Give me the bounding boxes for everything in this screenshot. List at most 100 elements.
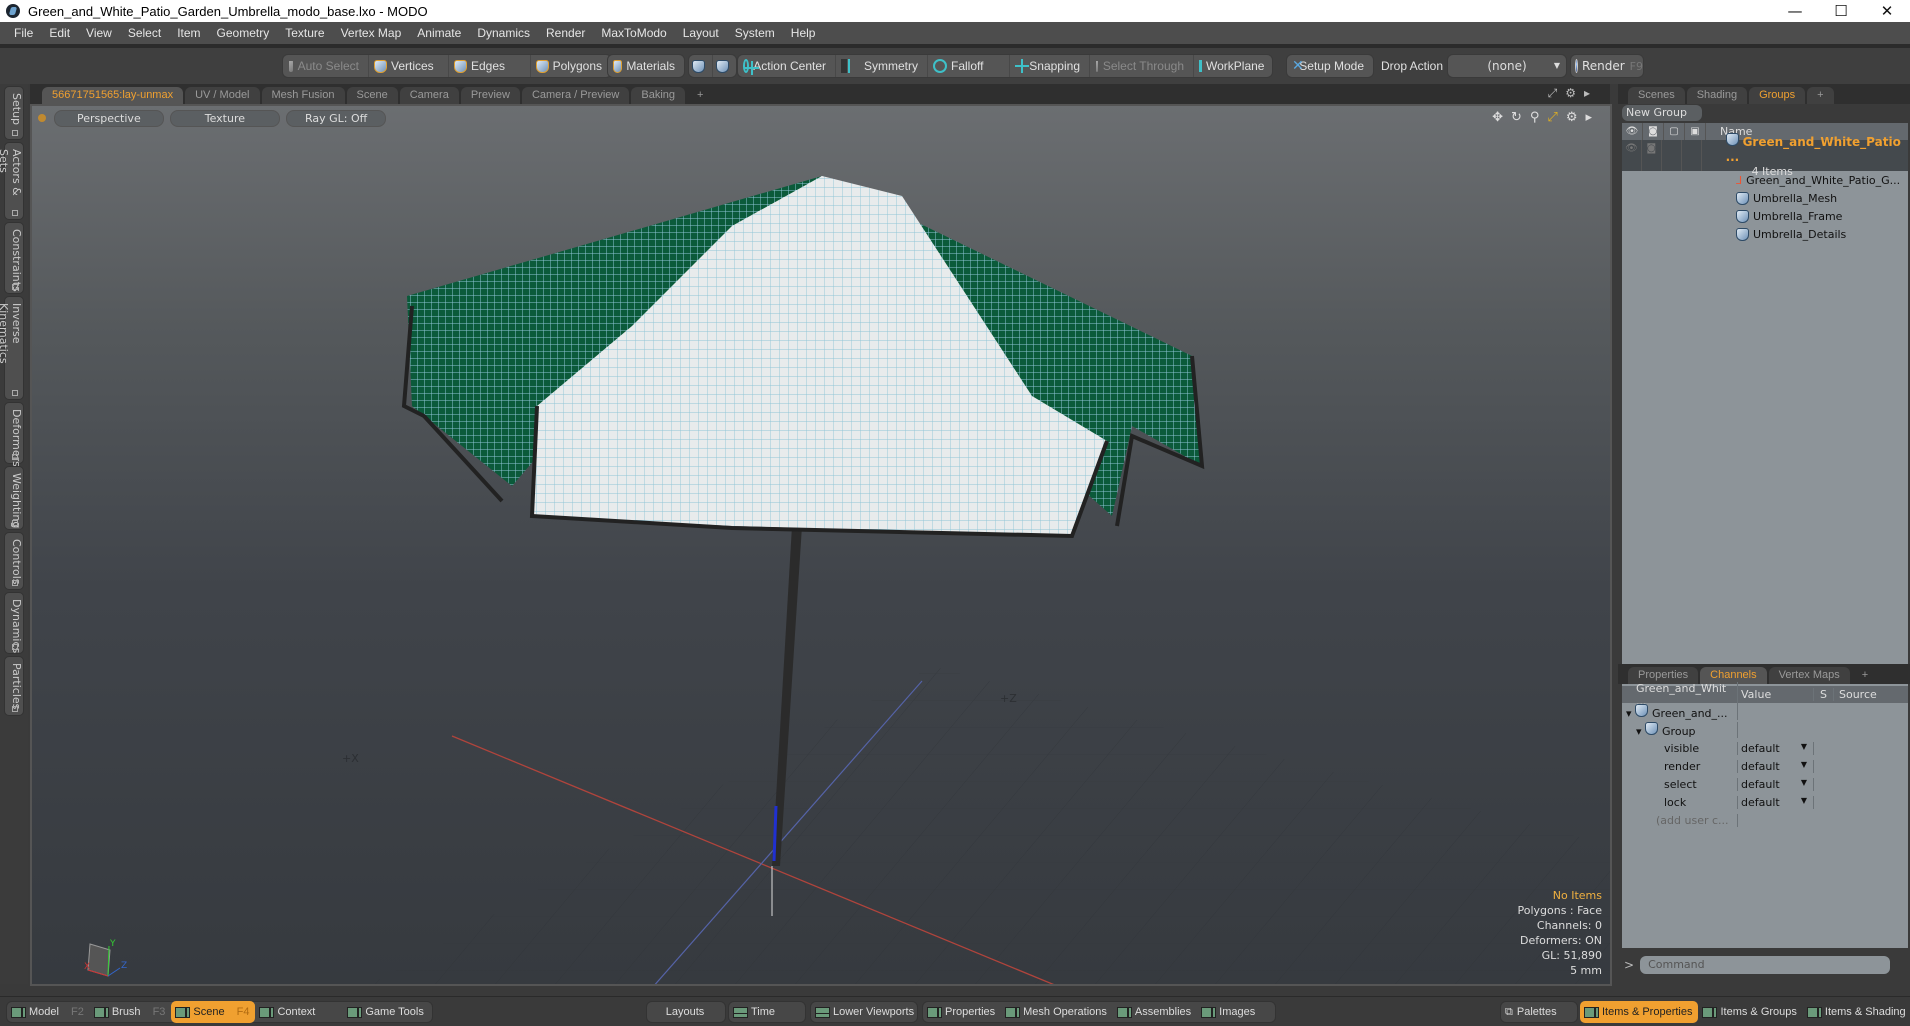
layout-scene-button[interactable]: Scene F4 [171,1001,256,1023]
channel-group-row[interactable]: ▾ Group [1622,721,1908,739]
tab-camera-preview[interactable]: Camera / Preview [521,87,630,104]
tab-groups[interactable]: Groups [1749,87,1806,104]
gear-icon[interactable]: ⚙ [1565,86,1576,101]
menu-help[interactable]: Help [783,26,824,40]
layout-brush-button[interactable]: Brush F3 [90,1001,172,1023]
group-child-row[interactable]: Umbrella_Mesh [1622,189,1908,207]
items-properties-button[interactable]: Items & Properties [1580,1001,1699,1023]
items-shading-button[interactable]: Items & Shading [1803,1001,1910,1023]
channel-source-header[interactable]: Source [1834,688,1908,701]
menu-texture[interactable]: Texture [277,26,332,40]
edges-button[interactable]: Edges [449,55,531,77]
lower-viewports-button[interactable]: Lower Viewports [810,1001,918,1023]
tab-vertex-maps[interactable]: Vertex Maps [1768,667,1850,684]
channel-item-row[interactable]: ▾ Green_and_... [1622,703,1908,721]
add-tab-button[interactable]: + [687,87,713,104]
add-panel-tab-button[interactable]: + [1807,87,1834,104]
layout-game-tools-button[interactable]: Game Tools [343,1001,432,1023]
menu-vertex-map[interactable]: Vertex Map [333,26,410,40]
render-button[interactable]: Render F9 [1570,54,1644,78]
viewport-options-icon[interactable] [38,114,46,122]
layout-context-button[interactable]: Context [255,1001,343,1023]
render-column-icon[interactable]: ◙ [1643,123,1664,140]
element-move-button[interactable] [689,55,713,77]
menu-dynamics[interactable]: Dynamics [469,26,538,40]
close-button[interactable]: ✕ [1864,0,1910,22]
channel-row[interactable]: visible default ▼ [1622,739,1908,757]
channel-value-header[interactable]: Value [1738,688,1814,701]
drop-action-dropdown[interactable]: (none) [1447,54,1567,78]
add-props-tab-button[interactable]: + [1852,667,1878,684]
workplane-button[interactable]: WorkPlane [1194,55,1272,77]
group-root-row[interactable]: 👁 ◙ Green_and_White_Patio ... 4 Items [1622,132,1908,178]
tab-inverse-kinematics[interactable]: Inverse Kinematics [0,296,24,400]
element-rotate-button[interactable] [713,55,736,77]
expand-icon[interactable]: ⤢ [1548,86,1558,101]
add-user-channel-row[interactable]: (add user c... [1622,811,1908,829]
symmetry-button[interactable]: Symmetry [836,55,928,77]
tab-uv-model[interactable]: UV / Model [185,87,260,104]
channel-value-dropdown[interactable]: default ▼ [1738,741,1814,755]
polygons-button[interactable]: Polygons [531,55,611,77]
channel-row[interactable]: render default ▼ [1622,757,1908,775]
tab-constraints[interactable]: Constraints [4,222,24,294]
shading-mode-button[interactable]: Texture [169,109,280,127]
properties-panel-button[interactable]: Properties [923,1001,1001,1023]
group-child-row[interactable]: Umbrella_Details [1622,225,1908,243]
minimize-button[interactable]: — [1772,0,1818,22]
maximize-button[interactable]: ☐ [1818,0,1864,22]
channel-row[interactable]: lock default ▼ [1622,793,1908,811]
images-button[interactable]: Images [1197,1001,1275,1023]
raygl-button[interactable]: Ray GL: Off [286,109,387,127]
action-center-button[interactable]: Action Center [738,55,836,77]
view-mode-button[interactable]: Perspective [54,109,164,127]
fit-view-icon[interactable]: ⤢ [1547,110,1557,125]
menu-animate[interactable]: Animate [409,26,469,40]
tab-weighting[interactable]: Weighting [4,466,24,530]
zoom-icon[interactable]: ⚲ [1530,110,1540,125]
channel-s-header[interactable]: S [1814,688,1834,701]
lock-column-icon[interactable]: ▢ [1664,123,1685,140]
group-child-row[interactable]: ⅃ Green_and_White_Patio_G... [1622,171,1908,189]
tab-particles[interactable]: Particles [4,656,24,716]
rotate-icon[interactable]: ↻ [1511,110,1522,125]
menu-layout[interactable]: Layout [675,26,727,40]
tab-dynamics[interactable]: Dynamics [4,592,24,654]
palettes-button[interactable]: ⧉ Palettes [1500,1001,1578,1023]
channel-value-dropdown[interactable]: default ▼ [1738,777,1814,791]
new-group-button[interactable]: New Group [1622,105,1702,121]
tab-scene[interactable]: Scene [346,87,398,104]
pan-icon[interactable]: ✥ [1492,110,1503,125]
tab-preview[interactable]: Preview [460,87,520,104]
tab-setup[interactable]: Setup [4,86,24,140]
menu-select[interactable]: Select [120,26,169,40]
3d-viewport[interactable]: Perspective Texture Ray GL: Off ✥ ↻ ⚲ ⤢ … [30,104,1612,986]
group-child-row[interactable]: Umbrella_Frame [1622,207,1908,225]
select-through-button[interactable]: Select Through [1090,55,1194,77]
viewport-settings-icon[interactable]: ⚙ [1566,110,1578,125]
command-input[interactable]: Command [1640,956,1891,974]
tab-mesh-fusion[interactable]: Mesh Fusion [261,87,345,104]
root-visibility-toggle[interactable]: 👁 [1622,140,1642,171]
tab-baking[interactable]: Baking [631,87,686,104]
tab-controls[interactable]: Controls [4,532,24,590]
mesh-operations-button[interactable]: Mesh Operations [1001,1001,1113,1023]
menu-geometry[interactable]: Geometry [209,26,278,40]
layout-model-button[interactable]: Model F2 [7,1001,90,1023]
channel-value-dropdown[interactable]: default ▼ [1738,759,1814,773]
assemblies-button[interactable]: Assemblies [1113,1001,1197,1023]
time-button[interactable]: Time [728,1001,806,1023]
root-lock-toggle[interactable] [1662,140,1682,171]
menu-file[interactable]: File [6,26,41,40]
snapping-button[interactable]: Snapping [1010,55,1090,77]
menu-render[interactable]: Render [538,26,593,40]
falloff-button[interactable]: Falloff [928,55,1010,77]
visibility-column-icon[interactable]: 👁 [1622,123,1643,140]
arrow-right-icon[interactable]: ▸ [1584,86,1590,101]
tab-scenes[interactable]: Scenes [1628,87,1685,104]
root-select-toggle[interactable] [1682,140,1702,171]
menu-system[interactable]: System [727,26,783,40]
channel-value-dropdown[interactable]: default ▼ [1738,795,1814,809]
auto-select-button[interactable]: Auto Select [283,55,369,77]
tab-layout-unmax[interactable]: 56671751565:lay-unmax [42,87,184,104]
